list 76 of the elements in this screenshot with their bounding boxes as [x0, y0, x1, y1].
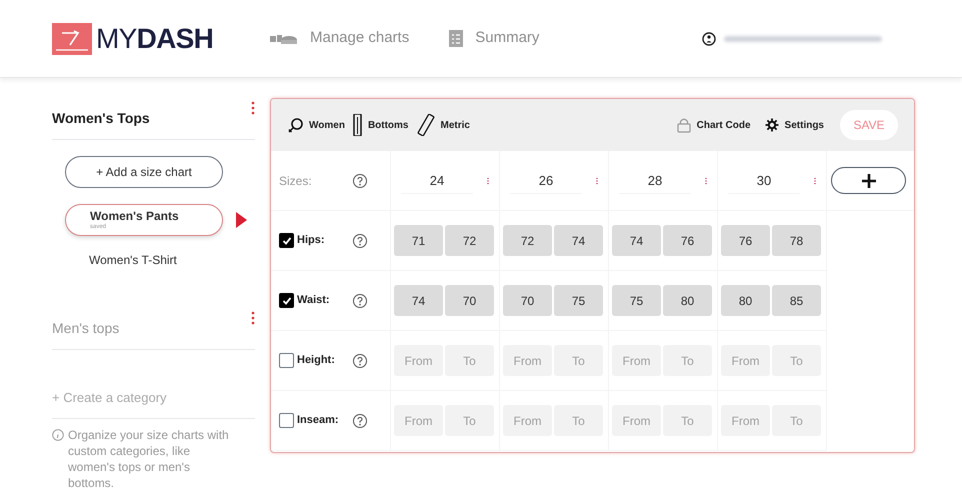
- check-icon: [282, 236, 292, 246]
- size-chart-item[interactable]: Women's T-Shirt: [65, 250, 223, 270]
- size-field[interactable]: 30: [728, 168, 800, 194]
- document-icon: [449, 30, 464, 47]
- measurement-label: Hips:: [297, 233, 324, 248]
- measurement-field[interactable]: 75: [612, 285, 661, 316]
- size-field[interactable]: 24: [401, 168, 473, 194]
- measurement-label: Height:: [297, 353, 335, 368]
- add-size-chart-button[interactable]: + Add a size chart: [65, 156, 223, 188]
- measurement-field[interactable]: 80: [663, 285, 712, 316]
- toolbar-button[interactable]: Women: [287, 117, 345, 133]
- logo-text: MYDASH: [96, 22, 214, 56]
- category-title[interactable]: Women's Tops: [52, 108, 150, 129]
- ruler-icon: [416, 114, 434, 136]
- measurement-field[interactable]: 76: [663, 225, 712, 256]
- measurement-label: Waist:: [297, 293, 330, 308]
- measurement-field[interactable]: 72: [445, 225, 494, 256]
- measurement-field[interactable]: 75: [554, 285, 603, 316]
- help-icon: [352, 232, 368, 248]
- check-icon: [282, 296, 292, 306]
- measurement-field[interactable]: 72: [503, 225, 552, 256]
- toolbar-button[interactable]: Metric: [416, 114, 470, 136]
- more-icon: [251, 101, 255, 115]
- help-icon: [352, 292, 368, 308]
- pointer-icon: [236, 212, 247, 228]
- measurement-field[interactable]: From: [503, 405, 552, 436]
- checkbox[interactable]: [279, 353, 294, 368]
- measurement-field[interactable]: 74: [612, 225, 661, 256]
- measurement-field[interactable]: To: [554, 405, 603, 436]
- measurement-field[interactable]: To: [663, 405, 712, 436]
- measurement-field[interactable]: 70: [503, 285, 552, 316]
- measurement-field[interactable]: 70: [445, 285, 494, 316]
- measurement-field[interactable]: 78: [772, 225, 821, 256]
- logo-icon: [52, 22, 92, 54]
- measurement-field[interactable]: From: [721, 345, 770, 376]
- checkbox[interactable]: [279, 233, 294, 248]
- help-icon: [352, 352, 368, 368]
- add-size-button[interactable]: [831, 167, 906, 194]
- measurement-field[interactable]: To: [445, 345, 494, 376]
- checkbox[interactable]: [279, 413, 294, 428]
- more-icon: [251, 311, 255, 325]
- checkbox[interactable]: [279, 293, 294, 308]
- measurement-field[interactable]: To: [663, 345, 712, 376]
- help-icon: [352, 412, 368, 428]
- measurement-field[interactable]: 80: [721, 285, 770, 316]
- measurement-field[interactable]: From: [721, 405, 770, 436]
- measurement-field[interactable]: From: [612, 405, 661, 436]
- size-field[interactable]: 26: [510, 168, 582, 194]
- hint-text: Organize your size charts with custom categories, like women's tops or men's bottoms.: [68, 427, 230, 491]
- measurement-field[interactable]: To: [554, 345, 603, 376]
- measurement-field[interactable]: From: [503, 345, 552, 376]
- info-icon: [52, 429, 64, 441]
- plus-icon: [862, 174, 876, 188]
- measurement-label: Inseam:: [297, 413, 339, 428]
- toolbar-button[interactable]: Chart Code: [676, 117, 751, 133]
- trousers-icon: [352, 114, 362, 136]
- measurement-field[interactable]: 74: [554, 225, 603, 256]
- measurement-field[interactable]: 71: [394, 225, 443, 256]
- toolbar-button[interactable]: Bottoms: [352, 114, 408, 136]
- measurement-field[interactable]: From: [394, 345, 443, 376]
- measurement-field[interactable]: From: [612, 345, 661, 376]
- measurement-field[interactable]: 76: [721, 225, 770, 256]
- measurement-field[interactable]: To: [445, 405, 494, 436]
- settings-icon: [764, 118, 779, 132]
- measurement-field[interactable]: To: [772, 345, 821, 376]
- size-field[interactable]: 28: [619, 168, 691, 194]
- female-icon: [287, 117, 303, 133]
- sizes-label: Sizes:: [279, 172, 312, 190]
- measurement-field[interactable]: 85: [772, 285, 821, 316]
- toolbar-button[interactable]: Settings: [764, 118, 824, 132]
- lock-icon: [676, 117, 691, 133]
- user-icon[interactable]: [702, 32, 716, 46]
- help-icon: [352, 172, 368, 188]
- measurement-field[interactable]: 74: [394, 285, 443, 316]
- measurement-field[interactable]: To: [772, 405, 821, 436]
- measurement-field[interactable]: From: [394, 405, 443, 436]
